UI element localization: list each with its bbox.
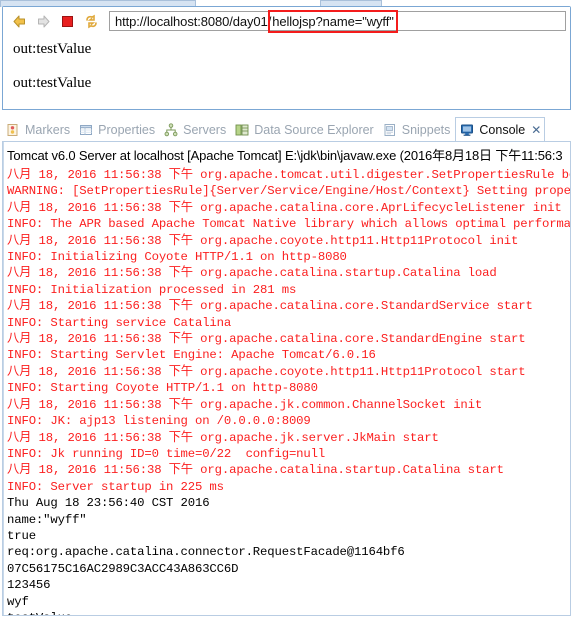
tab-data-source-explorer-label: Data Source Explorer bbox=[254, 123, 374, 137]
tab-servers[interactable]: Servers bbox=[160, 118, 231, 142]
tab-markers-label: Markers bbox=[25, 123, 71, 137]
page-output-line-1: out:testValue bbox=[13, 41, 92, 57]
console-line: INFO: Server startup in 225 ms bbox=[7, 479, 224, 494]
console-line: 123456 bbox=[7, 578, 51, 593]
tab-servers-label: Servers bbox=[183, 123, 227, 137]
console-line: 八月 18, 2016 11:56:38 下午 org.apache.tomca… bbox=[7, 168, 570, 182]
console-line: INFO: Initializing Coyote HTTP/1.1 on ht… bbox=[7, 250, 347, 265]
forward-button[interactable] bbox=[31, 9, 55, 33]
properties-icon bbox=[79, 123, 94, 138]
browser-page-content: out:testValue out:testValue bbox=[3, 35, 570, 109]
console-line: INFO: Jk running ID=0 time=0/22 config=n… bbox=[7, 446, 326, 461]
refresh-button[interactable] bbox=[79, 9, 103, 33]
tab-snippets[interactable]: Snippets bbox=[379, 118, 456, 142]
console-line: 八月 18, 2016 11:56:38 下午 org.apache.coyot… bbox=[7, 364, 526, 379]
console-line: name:"wyff" bbox=[7, 512, 87, 527]
tab-console-label: Console bbox=[479, 123, 526, 137]
forward-arrow-icon bbox=[36, 14, 51, 29]
console-icon bbox=[460, 123, 475, 138]
tab-properties-label: Properties bbox=[98, 123, 156, 137]
console-line: 八月 18, 2016 11:56:38 下午 org.apache.catal… bbox=[7, 463, 504, 478]
browser-toolbar: http://localhost:8080/day01/hellojsp?nam… bbox=[3, 7, 570, 35]
console-line: 八月 18, 2016 11:56:38 下午 org.apache.catal… bbox=[7, 299, 533, 314]
console-line: req:org.apache.catalina.connector.Reques… bbox=[7, 545, 405, 560]
console-line: 八月 18, 2016 11:56:38 下午 org.apache.catal… bbox=[7, 332, 526, 347]
console-line: INFO: JK: ajp13 listening on /0.0.0.0:80… bbox=[7, 414, 311, 429]
tab-console[interactable]: Console ✕ bbox=[455, 117, 546, 142]
view-tab-bar: Markers Properties Servers Data Source E… bbox=[2, 116, 571, 142]
console-left-rule bbox=[3, 142, 4, 615]
tab-markers[interactable]: Markers bbox=[2, 118, 75, 142]
console-line: INFO: The APR based Apache Tomcat Native… bbox=[7, 217, 570, 232]
console-line: wyf bbox=[7, 594, 29, 609]
back-button[interactable] bbox=[7, 9, 31, 33]
servers-icon bbox=[164, 122, 179, 138]
close-icon[interactable]: ✕ bbox=[531, 124, 541, 136]
url-highlighted-query: hellojsp?name="wyff" bbox=[268, 9, 398, 33]
console-line: INFO: Starting Servlet Engine: Apache To… bbox=[7, 348, 376, 363]
markers-icon bbox=[6, 123, 21, 138]
console-line: 八月 18, 2016 11:56:38 下午 org.apache.coyot… bbox=[7, 233, 519, 248]
tab-properties[interactable]: Properties bbox=[75, 118, 160, 142]
console-process-header: Tomcat v6.0 Server at localhost [Apache … bbox=[7, 148, 563, 163]
console-output[interactable]: 八月 18, 2016 11:56:38 下午 org.apache.tomca… bbox=[3, 165, 570, 615]
console-line: testValue bbox=[7, 610, 570, 615]
console-panel: Tomcat v6.0 Server at localhost [Apache … bbox=[2, 141, 571, 616]
snippets-icon bbox=[383, 123, 398, 138]
page-output-line-2: out:testValue bbox=[13, 75, 92, 91]
console-line: true bbox=[7, 528, 36, 543]
console-line: 八月 18, 2016 11:56:38 下午 org.apache.catal… bbox=[7, 266, 497, 281]
internal-web-browser-pane: http://localhost:8080/day01/hellojsp?nam… bbox=[2, 6, 571, 110]
console-line: INFO: Initialization processed in 281 ms bbox=[7, 282, 297, 297]
console-line: WARNING: [SetPropertiesRule]{Server/Serv… bbox=[7, 184, 570, 199]
stop-button[interactable] bbox=[55, 9, 79, 33]
stop-square-icon bbox=[60, 14, 75, 29]
console-line: INFO: Starting Coyote HTTP/1.1 on http-8… bbox=[7, 381, 318, 396]
console-line: Thu Aug 18 23:56:40 CST 2016 bbox=[7, 496, 210, 511]
console-line: 八月 18, 2016 11:56:38 下午 org.apache.jk.co… bbox=[7, 397, 483, 412]
console-line: INFO: Starting service Catalina bbox=[7, 315, 232, 330]
console-line: 八月 18, 2016 11:56:38 下午 org.apache.jk.se… bbox=[7, 430, 439, 445]
tab-snippets-label: Snippets bbox=[401, 123, 451, 137]
back-arrow-icon bbox=[12, 14, 27, 29]
tab-data-source-explorer[interactable]: Data Source Explorer bbox=[231, 118, 379, 142]
console-line: 07C56175C16AC2989C3ACC43A863CC6D bbox=[7, 561, 239, 576]
data-source-explorer-icon bbox=[235, 123, 250, 138]
refresh-icon bbox=[84, 14, 99, 29]
url-bar[interactable]: http://localhost:8080/day01/hellojsp?nam… bbox=[109, 9, 566, 33]
console-line: 八月 18, 2016 11:56:38 下午 org.apache.catal… bbox=[7, 200, 562, 215]
url-prefix-text: http://localhost:8080/day01/ bbox=[115, 13, 272, 29]
